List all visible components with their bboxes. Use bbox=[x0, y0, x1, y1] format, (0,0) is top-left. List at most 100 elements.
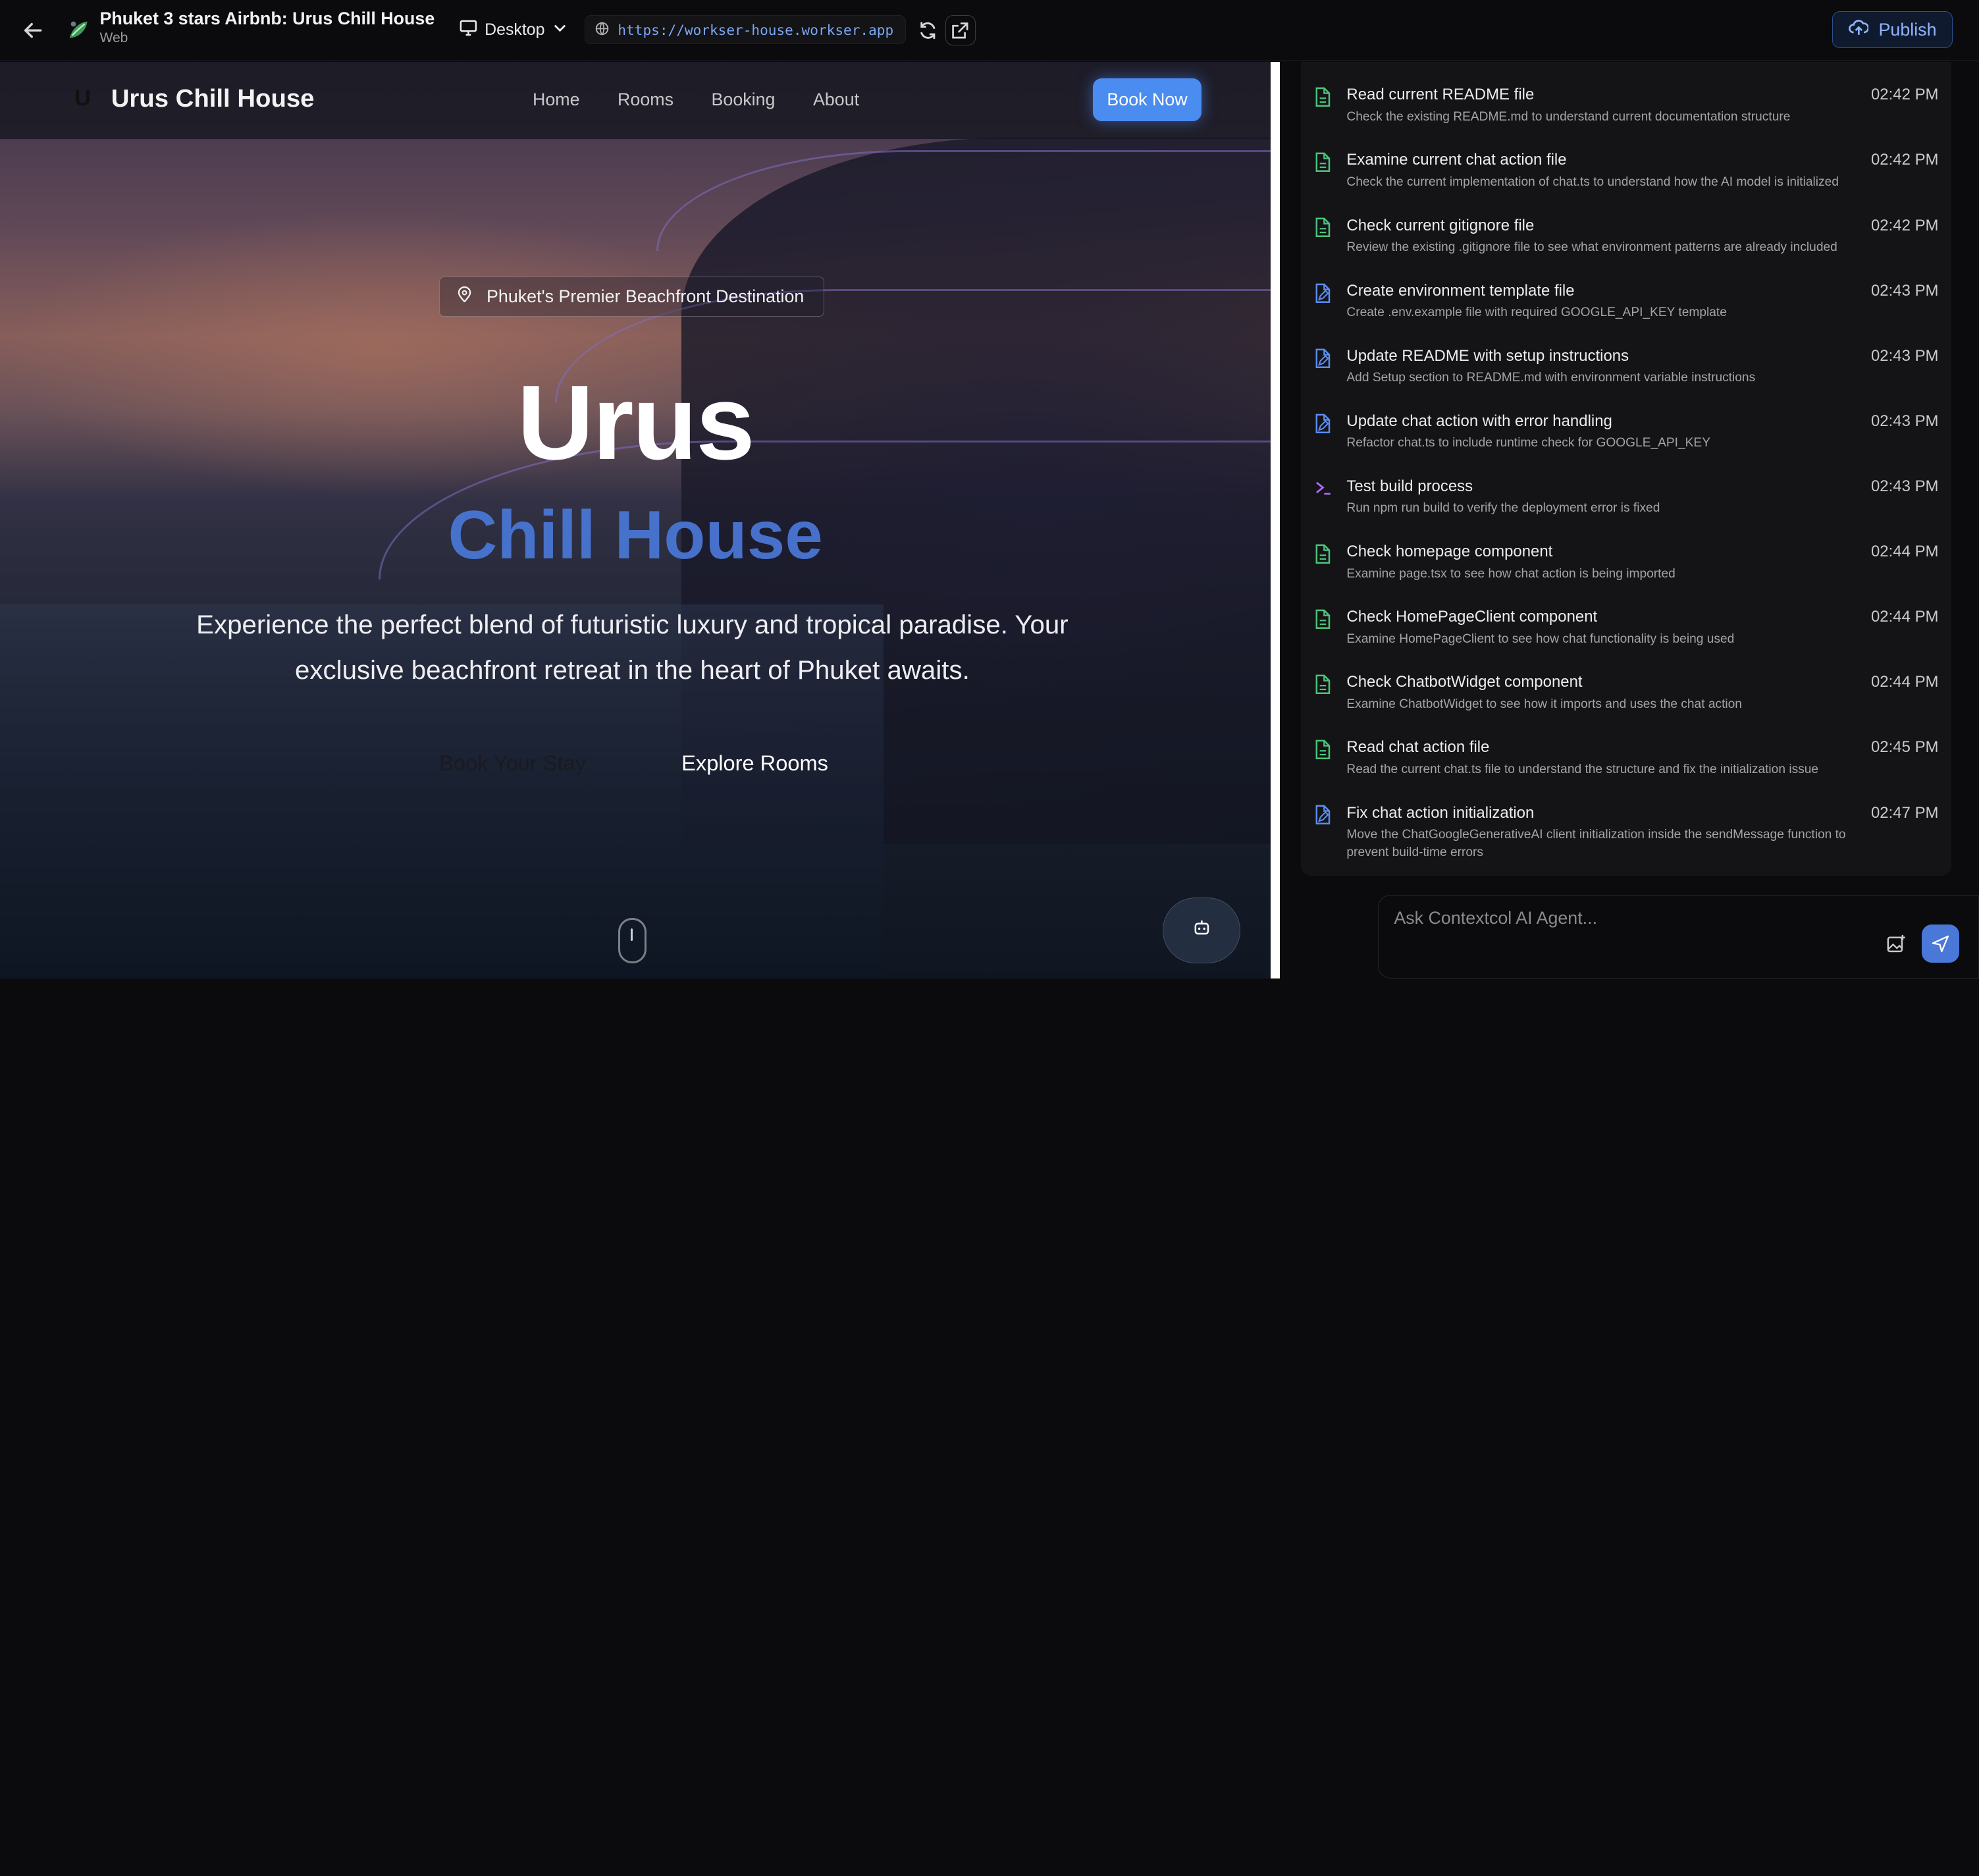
send-button[interactable] bbox=[1921, 925, 1960, 963]
log-entry-description: Create .env.example file with required G… bbox=[1346, 306, 1727, 320]
log-entry-time: 02:42 PM bbox=[1870, 86, 1939, 104]
log-entry[interactable]: Read current README file Check the existi… bbox=[1301, 82, 1951, 148]
hero-description: Experience the perfect blend of futurist… bbox=[196, 610, 1069, 685]
log-entry-time: 02:43 PM bbox=[1870, 346, 1939, 365]
map-pin-icon bbox=[458, 286, 471, 308]
log-entry[interactable]: Check ChatbotWidget component Examine Cha… bbox=[1301, 670, 1951, 736]
monitor-icon bbox=[460, 20, 477, 41]
file-edit-icon bbox=[1314, 414, 1334, 434]
log-entry[interactable]: Test build process Run npm run build to v… bbox=[1301, 473, 1951, 539]
back-arrow-icon[interactable] bbox=[20, 18, 45, 43]
log-entry-time: 02:42 PM bbox=[1870, 151, 1939, 169]
log-entry[interactable]: Check HomePageClient component Examine Ho… bbox=[1301, 604, 1951, 670]
log-entry-title: Examine current chat action file bbox=[1346, 151, 1567, 169]
log-entry-description: Add Setup section to README.md with envi… bbox=[1346, 371, 1756, 385]
log-entry-title: Check ChatbotWidget component bbox=[1346, 673, 1583, 691]
file-icon bbox=[1314, 674, 1334, 695]
log-entry[interactable]: Create environment template file Create .… bbox=[1301, 278, 1951, 344]
cloud-upload-icon bbox=[1848, 18, 1869, 41]
image-attach-icon[interactable] bbox=[1886, 934, 1907, 954]
log-entry-time: 02:43 PM bbox=[1870, 281, 1939, 300]
log-entry-description: Refactor chat.ts to include runtime chec… bbox=[1346, 436, 1710, 450]
panel-divider[interactable] bbox=[1271, 61, 1280, 978]
book-your-stay-button[interactable]: Book Your Stay bbox=[439, 751, 586, 776]
file-edit-icon bbox=[1314, 805, 1334, 825]
url-text: https://workser-house.workser.app bbox=[618, 21, 894, 38]
location-chip-text: Phuket's Premier Beachfront Destination bbox=[487, 286, 805, 306]
globe-icon bbox=[595, 18, 609, 41]
log-entry-time: 02:44 PM bbox=[1870, 543, 1939, 561]
log-entry-title: Update README with setup instructions bbox=[1346, 346, 1629, 365]
refresh-icon[interactable] bbox=[912, 15, 943, 45]
log-entry-description: Check the existing README.md to understa… bbox=[1346, 109, 1791, 124]
device-label: Desktop bbox=[485, 20, 545, 40]
book-now-button[interactable]: Book Now bbox=[1093, 78, 1201, 121]
log-entry[interactable]: Check homepage component Examine page.tsx… bbox=[1301, 539, 1951, 604]
log-entry[interactable]: Update chat action with error handling Re… bbox=[1301, 408, 1951, 474]
chat-input-placeholder[interactable]: Ask Contextcol AI Agent... bbox=[1394, 908, 1597, 928]
log-entry-time: 02:42 PM bbox=[1870, 216, 1939, 234]
log-entry-description: Run npm run build to verify the deployme… bbox=[1346, 501, 1660, 516]
site-preview: U Urus Chill House Home Rooms Booking Ab… bbox=[0, 61, 1271, 978]
log-entry-time: 02:44 PM bbox=[1870, 673, 1939, 691]
log-entry-description: Move the ChatGoogleGenerativeAI client i… bbox=[1346, 828, 1846, 859]
project-title: Phuket 3 stars Airbnb: Urus Chill House bbox=[99, 9, 435, 29]
log-entry-title: Read chat action file bbox=[1346, 738, 1490, 757]
log-entry-description: Read the current chat.ts file to underst… bbox=[1346, 762, 1819, 776]
log-entry-description: Examine ChatbotWidget to see how it impo… bbox=[1346, 697, 1742, 711]
file-icon bbox=[1314, 739, 1334, 760]
file-icon bbox=[1314, 217, 1334, 238]
file-edit-icon bbox=[1314, 348, 1334, 369]
log-entry-time: 02:43 PM bbox=[1870, 477, 1939, 495]
bot-icon bbox=[1193, 919, 1211, 942]
publish-button[interactable]: Publish bbox=[1832, 11, 1953, 48]
leaf-icon bbox=[66, 16, 91, 41]
log-entry-time: 02:43 PM bbox=[1870, 412, 1939, 430]
log-entry[interactable]: Check current gitignore file Review the e… bbox=[1301, 213, 1951, 279]
file-icon bbox=[1314, 87, 1334, 107]
hero-subtitle: Chill House bbox=[448, 496, 823, 574]
chatbot-button[interactable] bbox=[1162, 897, 1241, 963]
activity-log: Read current README file Check the existi… bbox=[1301, 61, 1951, 876]
nav-link-booking[interactable]: Booking bbox=[712, 90, 776, 110]
log-entry[interactable]: Update README with setup instructions Add… bbox=[1301, 343, 1951, 409]
log-entry-title: Test build process bbox=[1346, 477, 1473, 495]
send-icon bbox=[1932, 935, 1949, 952]
log-entry-title: Check homepage component bbox=[1346, 543, 1553, 561]
nav-link-rooms[interactable]: Rooms bbox=[618, 90, 673, 110]
site-nav-links: Home Rooms Booking About bbox=[533, 90, 859, 110]
site-brand[interactable]: Urus Chill House bbox=[111, 84, 315, 113]
site-logo[interactable]: U bbox=[74, 86, 91, 111]
log-entry-title: Fix chat action initialization bbox=[1346, 803, 1535, 822]
publish-label: Publish bbox=[1878, 19, 1937, 40]
location-chip: Phuket's Premier Beachfront Destination bbox=[439, 276, 824, 317]
nav-link-about[interactable]: About bbox=[813, 90, 859, 110]
project-subtitle: Web bbox=[99, 30, 128, 45]
external-link-icon[interactable] bbox=[945, 15, 976, 45]
app-root: Phuket 3 stars Airbnb: Urus Chill House … bbox=[0, 0, 1979, 978]
log-entry-title: Check HomePageClient component bbox=[1346, 608, 1598, 626]
site-navbar: U Urus Chill House Home Rooms Booking Ab… bbox=[0, 61, 1271, 139]
log-entry-description: Review the existing .gitignore file to s… bbox=[1346, 240, 1837, 255]
log-entry[interactable]: Examine current chat action file Check th… bbox=[1301, 147, 1951, 213]
chat-composer[interactable]: Ask Contextcol AI Agent... bbox=[1378, 895, 1979, 978]
terminal-icon bbox=[1314, 479, 1334, 499]
log-entry[interactable]: Fix chat action initialization Move the C… bbox=[1301, 800, 1951, 866]
chevron-down-icon bbox=[552, 20, 567, 40]
agent-panel: Read current README file Check the existi… bbox=[1279, 61, 1979, 978]
nav-link-home[interactable]: Home bbox=[533, 90, 580, 110]
log-entry-time: 02:44 PM bbox=[1870, 608, 1939, 626]
log-entry-title: Check current gitignore file bbox=[1346, 216, 1535, 234]
device-selector[interactable]: Desktop bbox=[460, 16, 567, 44]
file-icon bbox=[1314, 152, 1334, 173]
log-entry[interactable]: Read chat action file Read the current ch… bbox=[1301, 735, 1951, 801]
log-entry-description: Check the current implementation of chat… bbox=[1346, 174, 1839, 189]
file-icon bbox=[1314, 609, 1334, 630]
hero-title: Urus bbox=[517, 363, 755, 483]
file-edit-icon bbox=[1314, 283, 1334, 304]
log-entry-title: Read current README file bbox=[1346, 86, 1535, 104]
url-bar[interactable]: https://workser-house.workser.app bbox=[584, 15, 907, 45]
log-entry-title: Create environment template file bbox=[1346, 281, 1575, 300]
top-bar: Phuket 3 stars Airbnb: Urus Chill House … bbox=[0, 0, 1979, 61]
explore-rooms-button[interactable]: Explore Rooms bbox=[681, 751, 828, 776]
